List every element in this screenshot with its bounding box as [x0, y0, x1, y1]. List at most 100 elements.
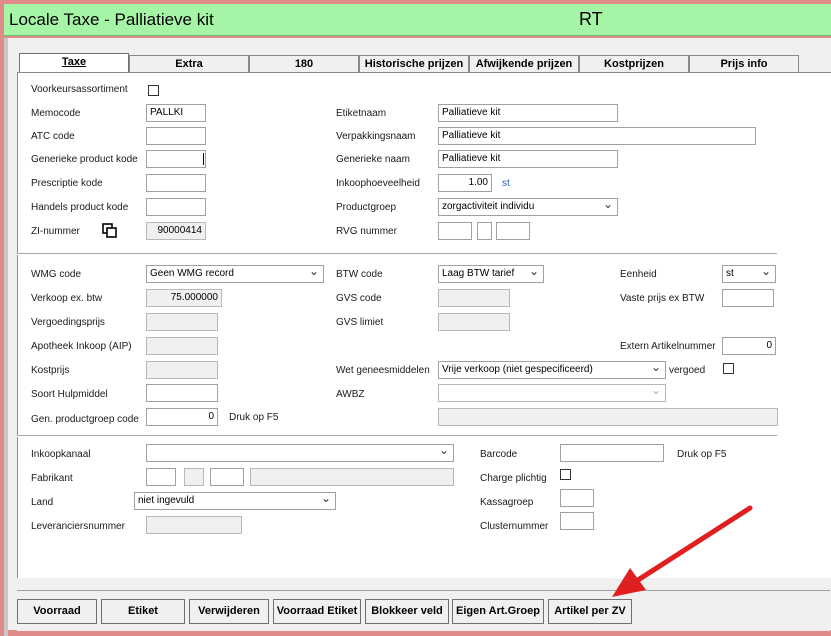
verkoop-ex-btw-label: Verkoop ex. btw: [31, 293, 103, 304]
atc-code-field[interactable]: [146, 127, 206, 145]
tab-afwijkende-prijzen[interactable]: Afwijkende prijzen: [469, 55, 579, 72]
verwijderen-button[interactable]: Verwijderen: [189, 599, 269, 624]
verpakkingsnaam-field[interactable]: Palliatieve kit: [438, 127, 756, 145]
rvg-nummer-label: RVG nummer: [336, 226, 397, 237]
generieke-naam-field[interactable]: Palliatieve kit: [438, 150, 618, 168]
vergoedingsprijs-label: Vergoedingsprijs: [31, 317, 105, 328]
land-select[interactable]: niet ingevuld: [134, 492, 336, 510]
inkoophoeveelheid-unit: st: [502, 178, 510, 189]
land-label: Land: [31, 497, 54, 508]
fabrikant-field-3[interactable]: [210, 468, 244, 486]
voorraad-button[interactable]: Voorraad: [17, 599, 97, 624]
etiketnaam-field[interactable]: Palliatieve kit: [438, 104, 618, 122]
fabrikant-label: Fabrikant: [31, 473, 73, 484]
rvg-nummer-field-3[interactable]: [496, 222, 530, 240]
gen-productgroep-code-field[interactable]: 0: [146, 408, 218, 426]
vaste-prijs-field[interactable]: [722, 289, 774, 307]
generieke-product-kode-label: Generieke product kode: [31, 154, 138, 165]
druk-op-f5-hint: Druk op F5: [229, 412, 279, 423]
charge-plichtig-checkbox[interactable]: [560, 469, 571, 480]
rvg-nummer-field-1[interactable]: [438, 222, 472, 240]
verpakkingsnaam-label: Verpakkingsnaam: [336, 131, 416, 142]
aip-field[interactable]: [146, 337, 218, 355]
tab-label: Historische prijzen: [364, 58, 464, 70]
awbz-select[interactable]: [438, 384, 666, 402]
awbz-label: AWBZ: [336, 389, 365, 400]
rvg-nummer-field-2[interactable]: [477, 222, 492, 240]
tab-label: Prijs info: [720, 58, 768, 70]
vergoed-checkbox[interactable]: [723, 363, 734, 374]
wet-geneesmiddelen-label: Wet geneesmiddelen: [336, 365, 430, 376]
gvs-limiet-label: GVS limiet: [336, 317, 384, 328]
gen-productgroep-code-label: Gen. productgroep code: [31, 414, 139, 425]
soort-hulpmiddel-label: Soort Hulpmiddel: [31, 389, 108, 400]
tab-kostprijzen[interactable]: Kostprijzen: [579, 55, 689, 72]
prescriptie-kode-field[interactable]: [146, 174, 206, 192]
soort-hulpmiddel-field[interactable]: [146, 384, 218, 402]
separator: [17, 253, 777, 255]
inkoophoeveelheid-label: Inkoophoeveelheid: [336, 178, 420, 189]
leveranciersnummer-field[interactable]: [146, 516, 242, 534]
btw-code-select[interactable]: Laag BTW tarief: [438, 265, 544, 283]
barcode-label: Barcode: [480, 449, 518, 460]
vaste-prijs-label: Vaste prijs ex BTW: [620, 293, 705, 304]
extern-artikelnummer-field[interactable]: 0: [722, 337, 776, 355]
blokkeer-veld-button[interactable]: Blokkeer veld: [365, 599, 449, 624]
generieke-product-kode-field[interactable]: [146, 150, 206, 168]
handels-product-kode-field[interactable]: [146, 198, 206, 216]
voorkeursassortiment-label: Voorkeursassortiment: [31, 84, 128, 95]
clusternummer-field[interactable]: [560, 512, 594, 530]
charge-plichtig-label: Charge plichtig: [480, 473, 547, 484]
inkoophoeveelheid-field[interactable]: 1.00: [438, 174, 492, 192]
awbz-description-field: [438, 408, 778, 426]
wet-geneesmiddelen-select[interactable]: Vrije verkoop (niet gespecificeerd): [438, 361, 666, 379]
tab-label: 180: [294, 58, 314, 70]
vergoed-label: vergoed: [669, 365, 706, 376]
center-code: RT: [579, 9, 603, 29]
zi-nummer-label: ZI-nummer: [31, 226, 80, 237]
tab-prijs-info[interactable]: Prijs info: [689, 55, 799, 72]
voorraad-etiket-button[interactable]: Voorraad Etiket: [273, 599, 361, 624]
separator: [17, 435, 777, 437]
druk-op-f5-hint-2: Druk op F5: [677, 449, 727, 460]
verkoop-ex-btw-field[interactable]: 75.000000: [146, 289, 222, 307]
fabrikant-name-field: [250, 468, 454, 486]
zi-nummer-field[interactable]: 90000414: [146, 222, 206, 240]
btw-code-label: BTW code: [336, 269, 383, 280]
kassagroep-label: Kassagroep: [480, 497, 534, 508]
tab-extra[interactable]: Extra: [129, 55, 249, 72]
tab-180[interactable]: 180: [249, 55, 359, 72]
barcode-field[interactable]: [560, 444, 664, 462]
eenheid-select[interactable]: st: [722, 265, 776, 283]
kassagroep-field[interactable]: [560, 489, 594, 507]
etiket-button[interactable]: Etiket: [101, 599, 185, 624]
inkoopkanaal-select[interactable]: [146, 444, 454, 462]
copy-icon[interactable]: [102, 223, 118, 239]
generieke-naam-label: Generieke naam: [336, 154, 410, 165]
gvs-code-label: GVS code: [336, 293, 382, 304]
window-title: Locale Taxe - Palliatieve kit: [9, 10, 214, 29]
eigen-art-groep-button[interactable]: Eigen Art.Groep: [452, 599, 544, 624]
memocode-field[interactable]: PALLKI: [146, 104, 206, 122]
fabrikant-field-1[interactable]: [146, 468, 176, 486]
aip-label: Apotheek Inkoop (AIP): [31, 341, 132, 352]
tab-label: Afwijkende prijzen: [475, 58, 573, 70]
title-bar: Locale Taxe - Palliatieve kit RT: [4, 4, 831, 36]
extern-artikelnummer-label: Extern Artikelnummer: [620, 341, 716, 352]
prescriptie-kode-label: Prescriptie kode: [31, 178, 103, 189]
gvs-code-field[interactable]: [438, 289, 510, 307]
productgroep-select[interactable]: zorgactiviteit individu: [438, 198, 618, 216]
tab-historische-prijzen[interactable]: Historische prijzen: [359, 55, 469, 72]
wmg-code-select[interactable]: Geen WMG record: [146, 265, 324, 283]
tab-taxe[interactable]: Taxe: [19, 53, 129, 73]
vergoedingsprijs-field[interactable]: [146, 313, 218, 331]
tab-label: Taxe: [61, 56, 87, 68]
kostprijs-label: Kostprijs: [31, 365, 70, 376]
tab-label: Kostprijzen: [604, 58, 664, 70]
annotation-arrow: [612, 505, 753, 597]
gvs-limiet-field[interactable]: [438, 313, 510, 331]
kostprijs-field[interactable]: [146, 361, 218, 379]
voorkeursassortiment-checkbox[interactable]: [148, 85, 159, 96]
eenheid-label: Eenheid: [620, 269, 657, 280]
inkoopkanaal-label: Inkoopkanaal: [31, 449, 91, 460]
